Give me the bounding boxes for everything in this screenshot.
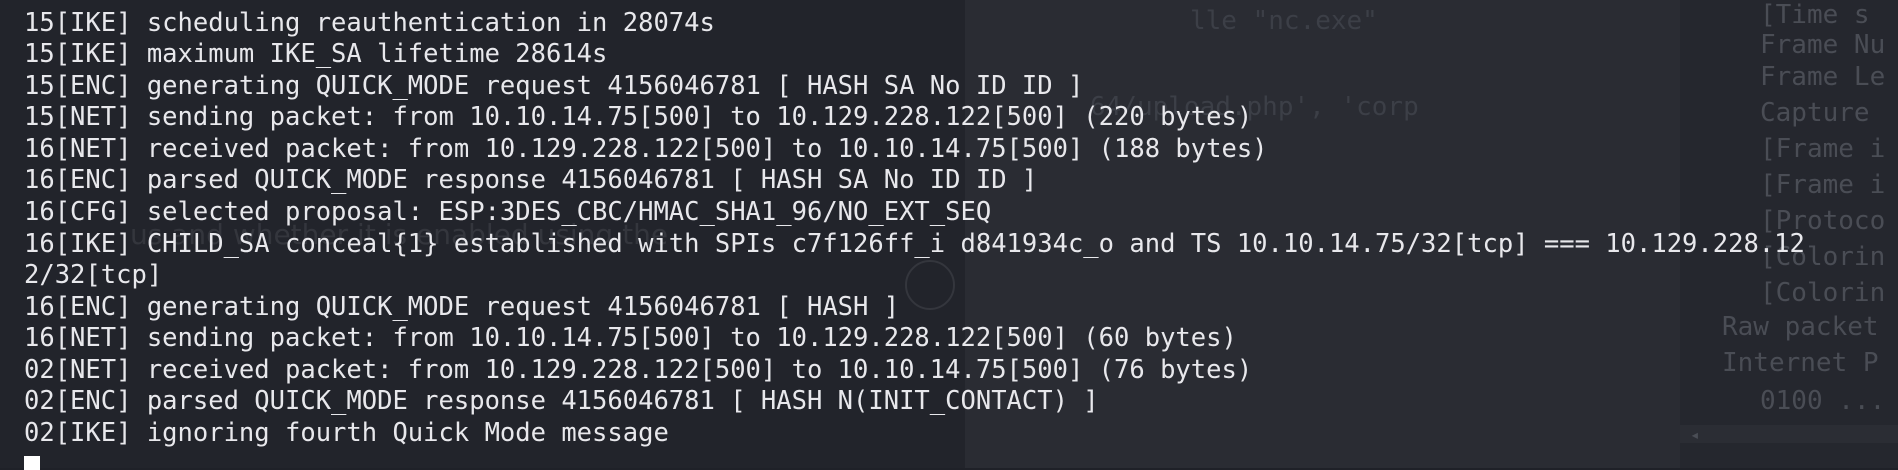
terminal-line: 2/32[tcp] xyxy=(24,260,163,290)
terminal-output[interactable]: 15[IKE] scheduling reauthentication in 2… xyxy=(0,0,1898,470)
terminal-line: 16[NET] sending packet: from 10.10.14.75… xyxy=(24,323,1237,353)
terminal-line: 16[IKE] CHILD_SA conceal{1} established … xyxy=(24,229,1805,259)
terminal-line: 16[NET] received packet: from 10.129.228… xyxy=(24,134,1268,164)
terminal-line: 16[CFG] selected proposal: ESP:3DES_CBC/… xyxy=(24,197,992,227)
terminal-line: 16[ENC] parsed QUICK_MODE response 41560… xyxy=(24,165,1038,195)
terminal-line: 15[IKE] maximum IKE_SA lifetime 28614s xyxy=(24,39,608,69)
terminal-line: 15[IKE] scheduling reauthentication in 2… xyxy=(24,8,715,38)
terminal-line: 02[ENC] parsed QUICK_MODE response 41560… xyxy=(24,386,1099,416)
terminal-line: 02[IKE] ignoring fourth Quick Mode messa… xyxy=(24,418,669,448)
terminal-line: 15[ENC] generating QUICK_MODE request 41… xyxy=(24,71,1084,101)
terminal-line: 16[ENC] generating QUICK_MODE request 41… xyxy=(24,292,900,322)
terminal-line: 15[NET] sending packet: from 10.10.14.75… xyxy=(24,102,1253,132)
terminal-line: 02[NET] received packet: from 10.129.228… xyxy=(24,355,1253,385)
